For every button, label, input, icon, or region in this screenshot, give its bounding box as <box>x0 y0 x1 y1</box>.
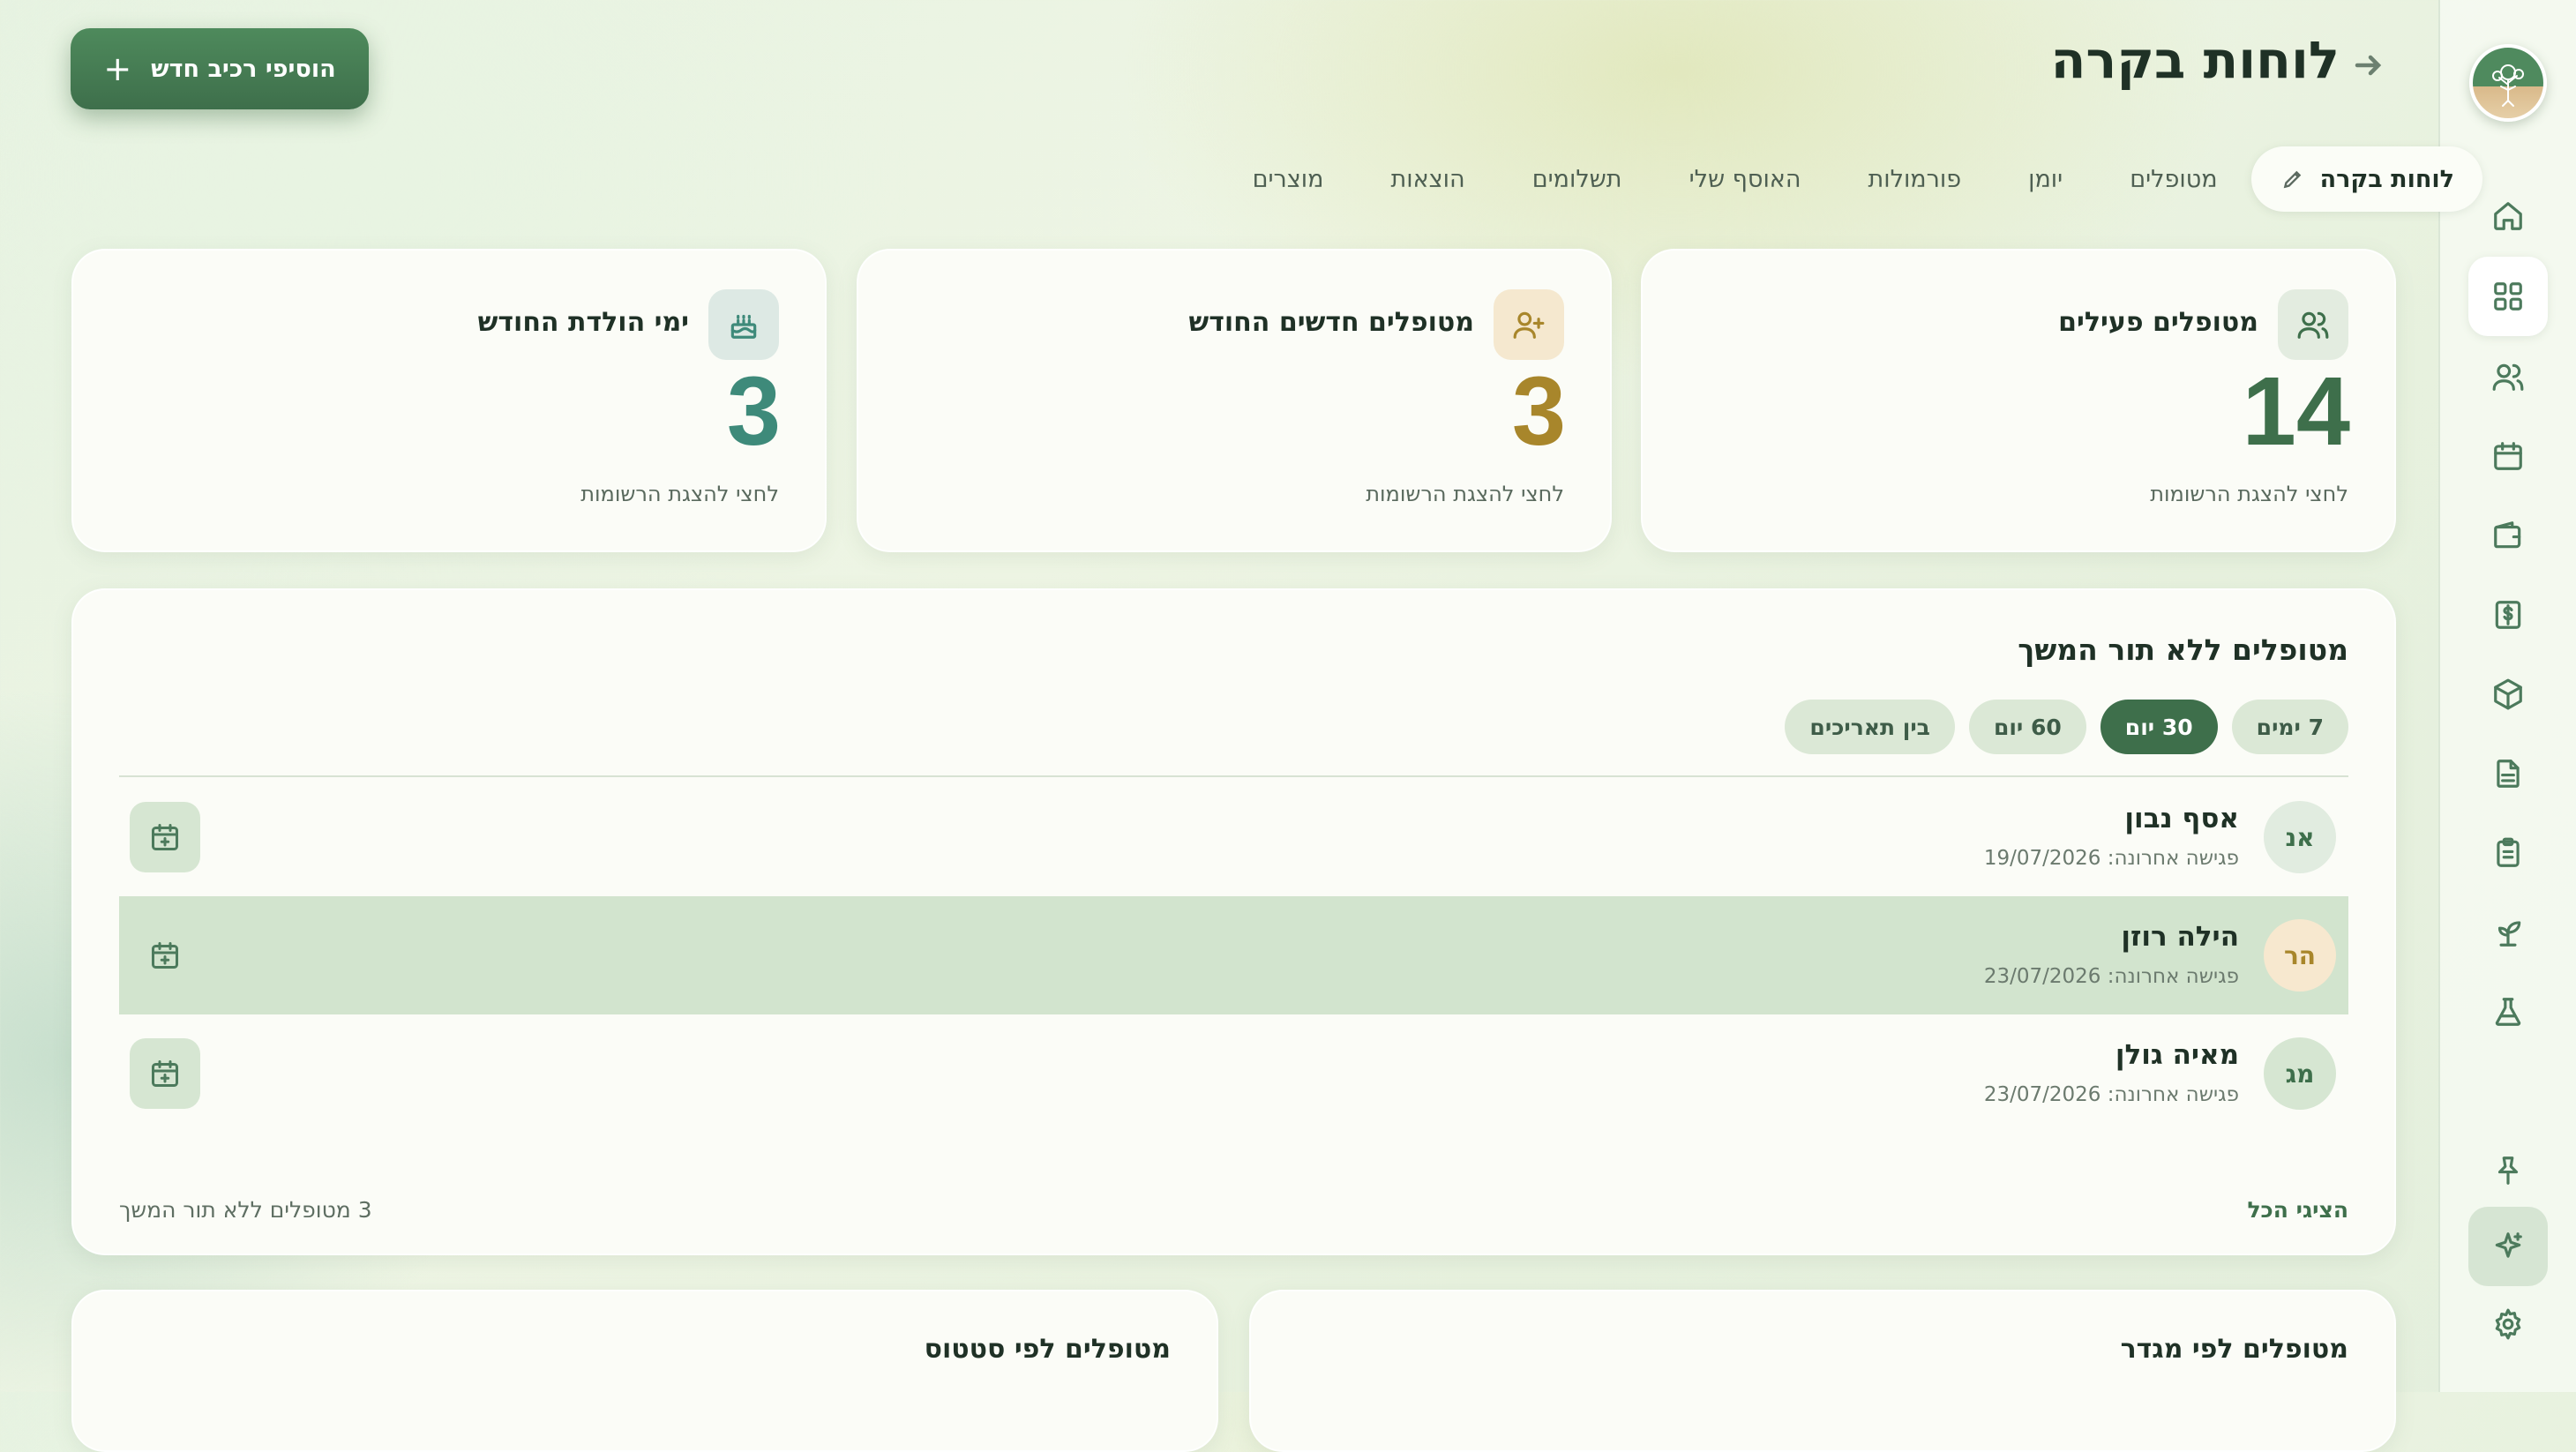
stat-hint: לחצי להצגת הרשומות <box>2150 482 2348 506</box>
filter-30-days[interactable]: 30 יום <box>2100 700 2218 754</box>
sidebar-item-products[interactable] <box>2468 655 2548 734</box>
sidebar-item-calendar[interactable] <box>2468 416 2548 496</box>
calendar-plus-icon <box>152 1060 178 1087</box>
clipboard-icon <box>2497 837 2520 867</box>
patient-name: הילה רוזן <box>2121 921 2239 953</box>
followup-title: מטופלים ללא תור המשך <box>2018 632 2348 667</box>
schedule-appointment-button[interactable] <box>130 920 200 991</box>
tab-expenses[interactable]: הוצאות <box>1358 146 1499 212</box>
users-icon <box>2492 363 2524 391</box>
patient-row[interactable]: אנ אסף נבון פגישה אחרונה: 19/07/2026 <box>119 778 2348 896</box>
dashboard-icon <box>2494 282 2522 311</box>
sparkles-icon <box>2495 1232 2522 1258</box>
followup-count: 3 מטופלים ללא תור המשך <box>119 1197 372 1223</box>
logo-tree-icon[interactable] <box>2469 44 2547 122</box>
stat-value: 3 <box>726 357 781 466</box>
tab-payments[interactable]: תשלומים <box>1499 146 1656 212</box>
schedule-appointment-button[interactable] <box>130 802 200 872</box>
last-visit: פגישה אחרונה: 23/07/2026 <box>1983 965 2239 988</box>
tab-label: לוחות בקרה <box>2319 165 2454 193</box>
stat-card-new-patients[interactable]: מטופלים חדשים החודש 3 לחצי להצגת הרשומות <box>857 249 1612 552</box>
stat-title: מטופלים פעילים <box>2058 307 2258 338</box>
stat-hint: לחצי להצגת הרשומות <box>1366 482 1564 506</box>
sidebar-item-ai[interactable] <box>2468 1207 2548 1286</box>
home-icon <box>2494 202 2522 230</box>
avatar: אנ <box>2264 801 2336 873</box>
plus-icon: + <box>103 49 132 88</box>
sidebar-item-lab[interactable] <box>2468 972 2548 1052</box>
calendar-plus-icon <box>152 942 178 969</box>
add-widget-button[interactable]: הוסיפי רכיב חדש + <box>71 28 369 109</box>
pin-icon <box>2497 1156 2519 1185</box>
patient-row[interactable]: מג מאיה גולן פגישה אחרונה: 23/07/2026 <box>119 1014 2348 1133</box>
last-visit: פגישה אחרונה: 23/07/2026 <box>1983 1083 2239 1106</box>
tab-my-collection[interactable]: האוסף שלי <box>1656 146 1835 212</box>
divider <box>119 775 2348 777</box>
stat-card-birthdays[interactable]: ימי הולדת החודש 3 לחצי להצגת הרשומות <box>71 249 827 552</box>
back-arrow-icon[interactable] <box>2352 49 2384 81</box>
main-tabs: לוחות בקרה מטופלים יומן פורמולות האוסף ש… <box>1219 146 2482 212</box>
last-visit: פגישה אחרונה: 19/07/2026 <box>1983 847 2239 870</box>
followup-filters: 7 ימים 30 יום 60 יום בין תאריכים <box>1785 700 2348 754</box>
stat-value: 3 <box>1511 357 1566 466</box>
sidebar-item-herbs[interactable] <box>2468 893 2548 972</box>
calendar-icon <box>2494 442 2522 470</box>
patient-row[interactable]: הר הילה רוזן פגישה אחרונה: 23/07/2026 <box>119 896 2348 1014</box>
status-chart-card: מטופלים לפי סטטוס <box>71 1290 1218 1452</box>
sprout-icon <box>2497 921 2521 947</box>
sidebar-item-pin[interactable] <box>2468 1131 2548 1210</box>
show-all-link[interactable]: הציגי הכל <box>2247 1197 2348 1223</box>
sidebar-item-patients[interactable] <box>2468 337 2548 416</box>
stat-title: מטופלים חדשים החודש <box>1188 307 1475 338</box>
stat-hint: לחצי להצגת הרשומות <box>580 482 779 506</box>
sidebar-item-wallet[interactable] <box>2468 496 2548 575</box>
gender-card-title: מטופלים לפי מגדר <box>2120 1334 2348 1365</box>
avatar: הר <box>2264 919 2336 992</box>
sidebar-item-forms[interactable] <box>2468 813 2548 893</box>
status-card-title: מטופלים לפי סטטוס <box>924 1334 1171 1365</box>
filter-date-range[interactable]: בין תאריכים <box>1785 700 1955 754</box>
gear-icon <box>2495 1308 2521 1340</box>
wallet-icon <box>2494 521 2521 549</box>
filter-7-days[interactable]: 7 ימים <box>2231 700 2348 754</box>
sidebar-item-dashboard[interactable] <box>2468 257 2548 336</box>
sidebar-item-settings[interactable] <box>2468 1284 2548 1364</box>
patient-name: מאיה גולן <box>2115 1039 2239 1071</box>
add-widget-label: הוסיפי רכיב חדש <box>151 55 336 83</box>
stat-card-active-patients[interactable]: מטופלים פעילים 14 לחצי להצגת הרשומות <box>1641 249 2396 552</box>
package-icon <box>2494 678 2522 710</box>
dollar-icon <box>2495 601 2521 629</box>
tab-dashboards[interactable]: לוחות בקרה <box>2250 146 2482 212</box>
pencil-icon <box>2283 170 2301 189</box>
followup-card: מטופלים ללא תור המשך 7 ימים 30 יום 60 יו… <box>71 588 2396 1255</box>
document-icon <box>2497 760 2520 788</box>
tab-formulas[interactable]: פורמולות <box>1835 146 1996 212</box>
tab-products[interactable]: מוצרים <box>1219 146 1358 212</box>
calendar-plus-icon <box>152 824 178 850</box>
users-icon <box>2278 289 2348 360</box>
cake-icon <box>708 289 779 360</box>
stat-title: ימי הולדת החודש <box>477 307 689 338</box>
schedule-appointment-button[interactable] <box>130 1038 200 1109</box>
avatar: מג <box>2264 1037 2336 1110</box>
user-plus-icon <box>1494 289 1564 360</box>
sidebar-item-documents[interactable] <box>2468 734 2548 813</box>
stat-value: 14 <box>2242 357 2350 466</box>
filter-60-days[interactable]: 60 יום <box>1968 700 2086 754</box>
tab-patients[interactable]: מטופלים <box>2096 146 2250 212</box>
patient-name: אסף נבון <box>2124 803 2239 835</box>
gender-chart-card: מטופלים לפי מגדר <box>1249 1290 2396 1452</box>
sidebar-item-payments[interactable] <box>2468 575 2548 655</box>
flask-icon <box>2495 998 2521 1026</box>
page-title: לוחות בקרה <box>2050 30 2340 90</box>
tab-calendar[interactable]: יומן <box>1995 146 2096 212</box>
